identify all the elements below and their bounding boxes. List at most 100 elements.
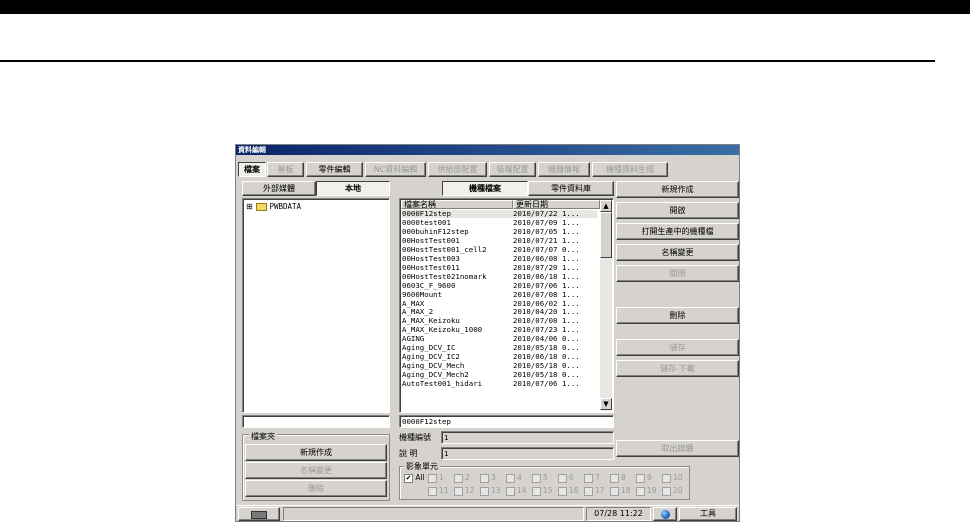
list-item[interactable]: Aging_DCV_Mech2 2010/05/18 0... bbox=[402, 371, 597, 379]
checkbox-box[interactable] bbox=[584, 486, 593, 496]
folder-path-field[interactable] bbox=[242, 415, 390, 428]
checkbox-all-box[interactable]: ✔ bbox=[404, 473, 413, 483]
folder-new-button[interactable]: 新規作成 bbox=[245, 444, 387, 461]
camera-checkbox[interactable]: 13 bbox=[480, 486, 501, 496]
camera-checkbox[interactable]: 2 bbox=[454, 473, 470, 483]
checkbox-box[interactable] bbox=[428, 473, 437, 483]
checkbox-all[interactable]: ✔ All bbox=[404, 473, 425, 483]
column-header-name[interactable]: 檔案名稱 bbox=[401, 200, 513, 209]
description-field[interactable]: 1 bbox=[441, 447, 614, 460]
save-button[interactable]: 儲存 bbox=[616, 339, 739, 356]
checkbox-box[interactable] bbox=[532, 486, 541, 496]
open-production-button[interactable]: 打開生產中的機種檔 bbox=[616, 223, 739, 240]
checkbox-box[interactable] bbox=[454, 486, 463, 496]
list-item[interactable]: 00HostTest001_cell2 2010/07/07 0... bbox=[402, 245, 597, 254]
list-item[interactable]: 0000test001 2010/07/09 1... bbox=[402, 218, 597, 227]
rename-button[interactable]: 名稱變更 bbox=[616, 244, 739, 261]
delete-button[interactable]: 刪除 bbox=[616, 307, 739, 324]
menu-file[interactable]: 檔案 bbox=[238, 162, 266, 177]
checkbox-box[interactable] bbox=[610, 473, 619, 483]
list-item[interactable]: A_MAX_Keizoku_1000 2010/07/23 1... bbox=[402, 326, 597, 334]
checkbox-box[interactable] bbox=[428, 486, 437, 496]
camera-checkbox[interactable]: 11 bbox=[428, 486, 449, 496]
list-item[interactable]: Aging_DCV_IC 2010/05/18 0... bbox=[402, 344, 597, 352]
camera-checkbox[interactable]: 1 bbox=[428, 473, 444, 483]
camera-checkbox[interactable]: 5 bbox=[532, 473, 548, 483]
list-item[interactable]: Aging_DCV_Mech 2010/05/18 0... bbox=[402, 362, 597, 370]
list-item[interactable]: A_MAX 2010/06/02 1... bbox=[402, 299, 597, 308]
list-item[interactable]: 00HostTest003 2010/06/08 1... bbox=[402, 254, 597, 263]
eject-media-button[interactable]: 取出媒體 bbox=[616, 440, 739, 457]
list-item[interactable]: 9600Mount 2010/07/08 1... bbox=[402, 290, 597, 299]
column-header-date[interactable]: 更新日期 bbox=[513, 200, 600, 209]
list-item[interactable]: 000buhinF12step 2010/07/05 1... bbox=[402, 227, 597, 236]
camera-checkbox[interactable]: 4 bbox=[506, 473, 522, 483]
camera-checkbox[interactable]: 15 bbox=[532, 486, 553, 496]
file-name-field[interactable]: 0000F12step bbox=[399, 415, 614, 428]
tab-model-file[interactable]: 機種檔案 bbox=[442, 181, 528, 196]
model-no-field[interactable]: 1 bbox=[441, 431, 614, 444]
scroll-thumb[interactable] bbox=[600, 212, 612, 258]
globe-button[interactable] bbox=[653, 507, 677, 521]
checkbox-box[interactable] bbox=[558, 473, 567, 483]
menu-nozzle-layout[interactable]: 吸嘴配置 bbox=[489, 162, 536, 177]
list-item[interactable]: Aging_DCV_IC2 2010/06/18 0... bbox=[402, 353, 597, 361]
checkbox-box[interactable] bbox=[662, 486, 671, 496]
folder-tree[interactable]: ⊞ PWBDATA bbox=[242, 198, 390, 413]
scroll-up-icon[interactable]: ▲ bbox=[600, 200, 612, 212]
checkbox-box[interactable] bbox=[636, 486, 645, 496]
list-item[interactable]: 0000F12step 2010/07/22 1... bbox=[402, 210, 597, 218]
expand-icon[interactable]: ⊞ bbox=[246, 202, 253, 211]
checkbox-box[interactable] bbox=[610, 486, 619, 496]
checkbox-box[interactable] bbox=[662, 473, 671, 483]
menu-model-generate[interactable]: 機種資料生成 bbox=[592, 162, 668, 177]
list-item[interactable]: 00HostTest021nomark 2010/06/18 1... bbox=[402, 272, 597, 281]
tree-node-pwbdata[interactable]: ⊞ PWBDATA bbox=[246, 202, 301, 212]
camera-checkbox[interactable]: 7 bbox=[584, 473, 600, 483]
camera-checkbox[interactable]: 9 bbox=[636, 473, 652, 483]
list-item[interactable]: A_MAX_2 2010/04/20 1... bbox=[402, 308, 597, 316]
tab-external-media[interactable]: 外部媒體 bbox=[242, 181, 316, 196]
menu-part-edit[interactable]: 零件編輯 bbox=[306, 162, 363, 177]
checkbox-box[interactable] bbox=[480, 473, 489, 483]
camera-checkbox[interactable]: 14 bbox=[506, 486, 527, 496]
tab-local[interactable]: 本地 bbox=[316, 181, 390, 196]
checkbox-box[interactable] bbox=[636, 473, 645, 483]
folder-delete-button[interactable]: 刪除 bbox=[245, 480, 387, 497]
open-button[interactable]: 開啟 bbox=[616, 202, 739, 219]
list-item[interactable]: AutoTest001_hidari 2010/07/06 1... bbox=[402, 380, 597, 388]
file-list[interactable]: 檔案名稱 更新日期 0000F12step 2010/07/22 1... 0000… bbox=[399, 198, 614, 413]
menu-feeder-layout[interactable]: 供給部配置 bbox=[428, 162, 487, 177]
save-download-button[interactable]: 儲存-下載 bbox=[616, 360, 739, 377]
keyboard-button[interactable] bbox=[238, 507, 280, 521]
camera-checkbox[interactable]: 20 bbox=[662, 486, 683, 496]
camera-checkbox[interactable]: 12 bbox=[454, 486, 475, 496]
checkbox-box[interactable] bbox=[584, 473, 593, 483]
checkbox-box[interactable] bbox=[480, 486, 489, 496]
list-item[interactable]: 00HostTest001 2010/07/21 1... bbox=[402, 236, 597, 245]
camera-checkbox[interactable]: 10 bbox=[662, 473, 683, 483]
camera-checkbox[interactable]: 16 bbox=[558, 486, 579, 496]
list-item[interactable]: 00HostTest011 2010/07/20 1... bbox=[402, 263, 597, 272]
camera-checkbox[interactable]: 19 bbox=[636, 486, 657, 496]
checkbox-box[interactable] bbox=[454, 473, 463, 483]
tools-button[interactable]: 工具 bbox=[679, 507, 737, 521]
camera-checkbox[interactable]: 17 bbox=[584, 486, 605, 496]
checkbox-box[interactable] bbox=[506, 486, 515, 496]
camera-checkbox[interactable]: 6 bbox=[558, 473, 574, 483]
menu-nc-edit[interactable]: NC資料編輯 bbox=[365, 162, 426, 177]
close-button[interactable]: 關閉 bbox=[616, 265, 739, 282]
camera-checkbox[interactable]: 18 bbox=[610, 486, 631, 496]
menu-board[interactable]: 基板 bbox=[267, 162, 304, 177]
camera-checkbox[interactable]: 8 bbox=[610, 473, 626, 483]
folder-rename-button[interactable]: 名稱變更 bbox=[245, 462, 387, 479]
checkbox-box[interactable] bbox=[532, 473, 541, 483]
vertical-scrollbar[interactable]: ▲ ▼ bbox=[600, 200, 612, 411]
camera-checkbox[interactable]: 3 bbox=[480, 473, 496, 483]
scroll-down-icon[interactable]: ▼ bbox=[600, 398, 612, 410]
checkbox-box[interactable] bbox=[558, 486, 567, 496]
new-button[interactable]: 新規作成 bbox=[616, 181, 739, 198]
list-item[interactable]: 0603C_F_9600 2010/07/06 1... bbox=[402, 281, 597, 290]
list-item[interactable]: AGING 2010/04/06 0... bbox=[402, 335, 597, 343]
checkbox-box[interactable] bbox=[506, 473, 515, 483]
